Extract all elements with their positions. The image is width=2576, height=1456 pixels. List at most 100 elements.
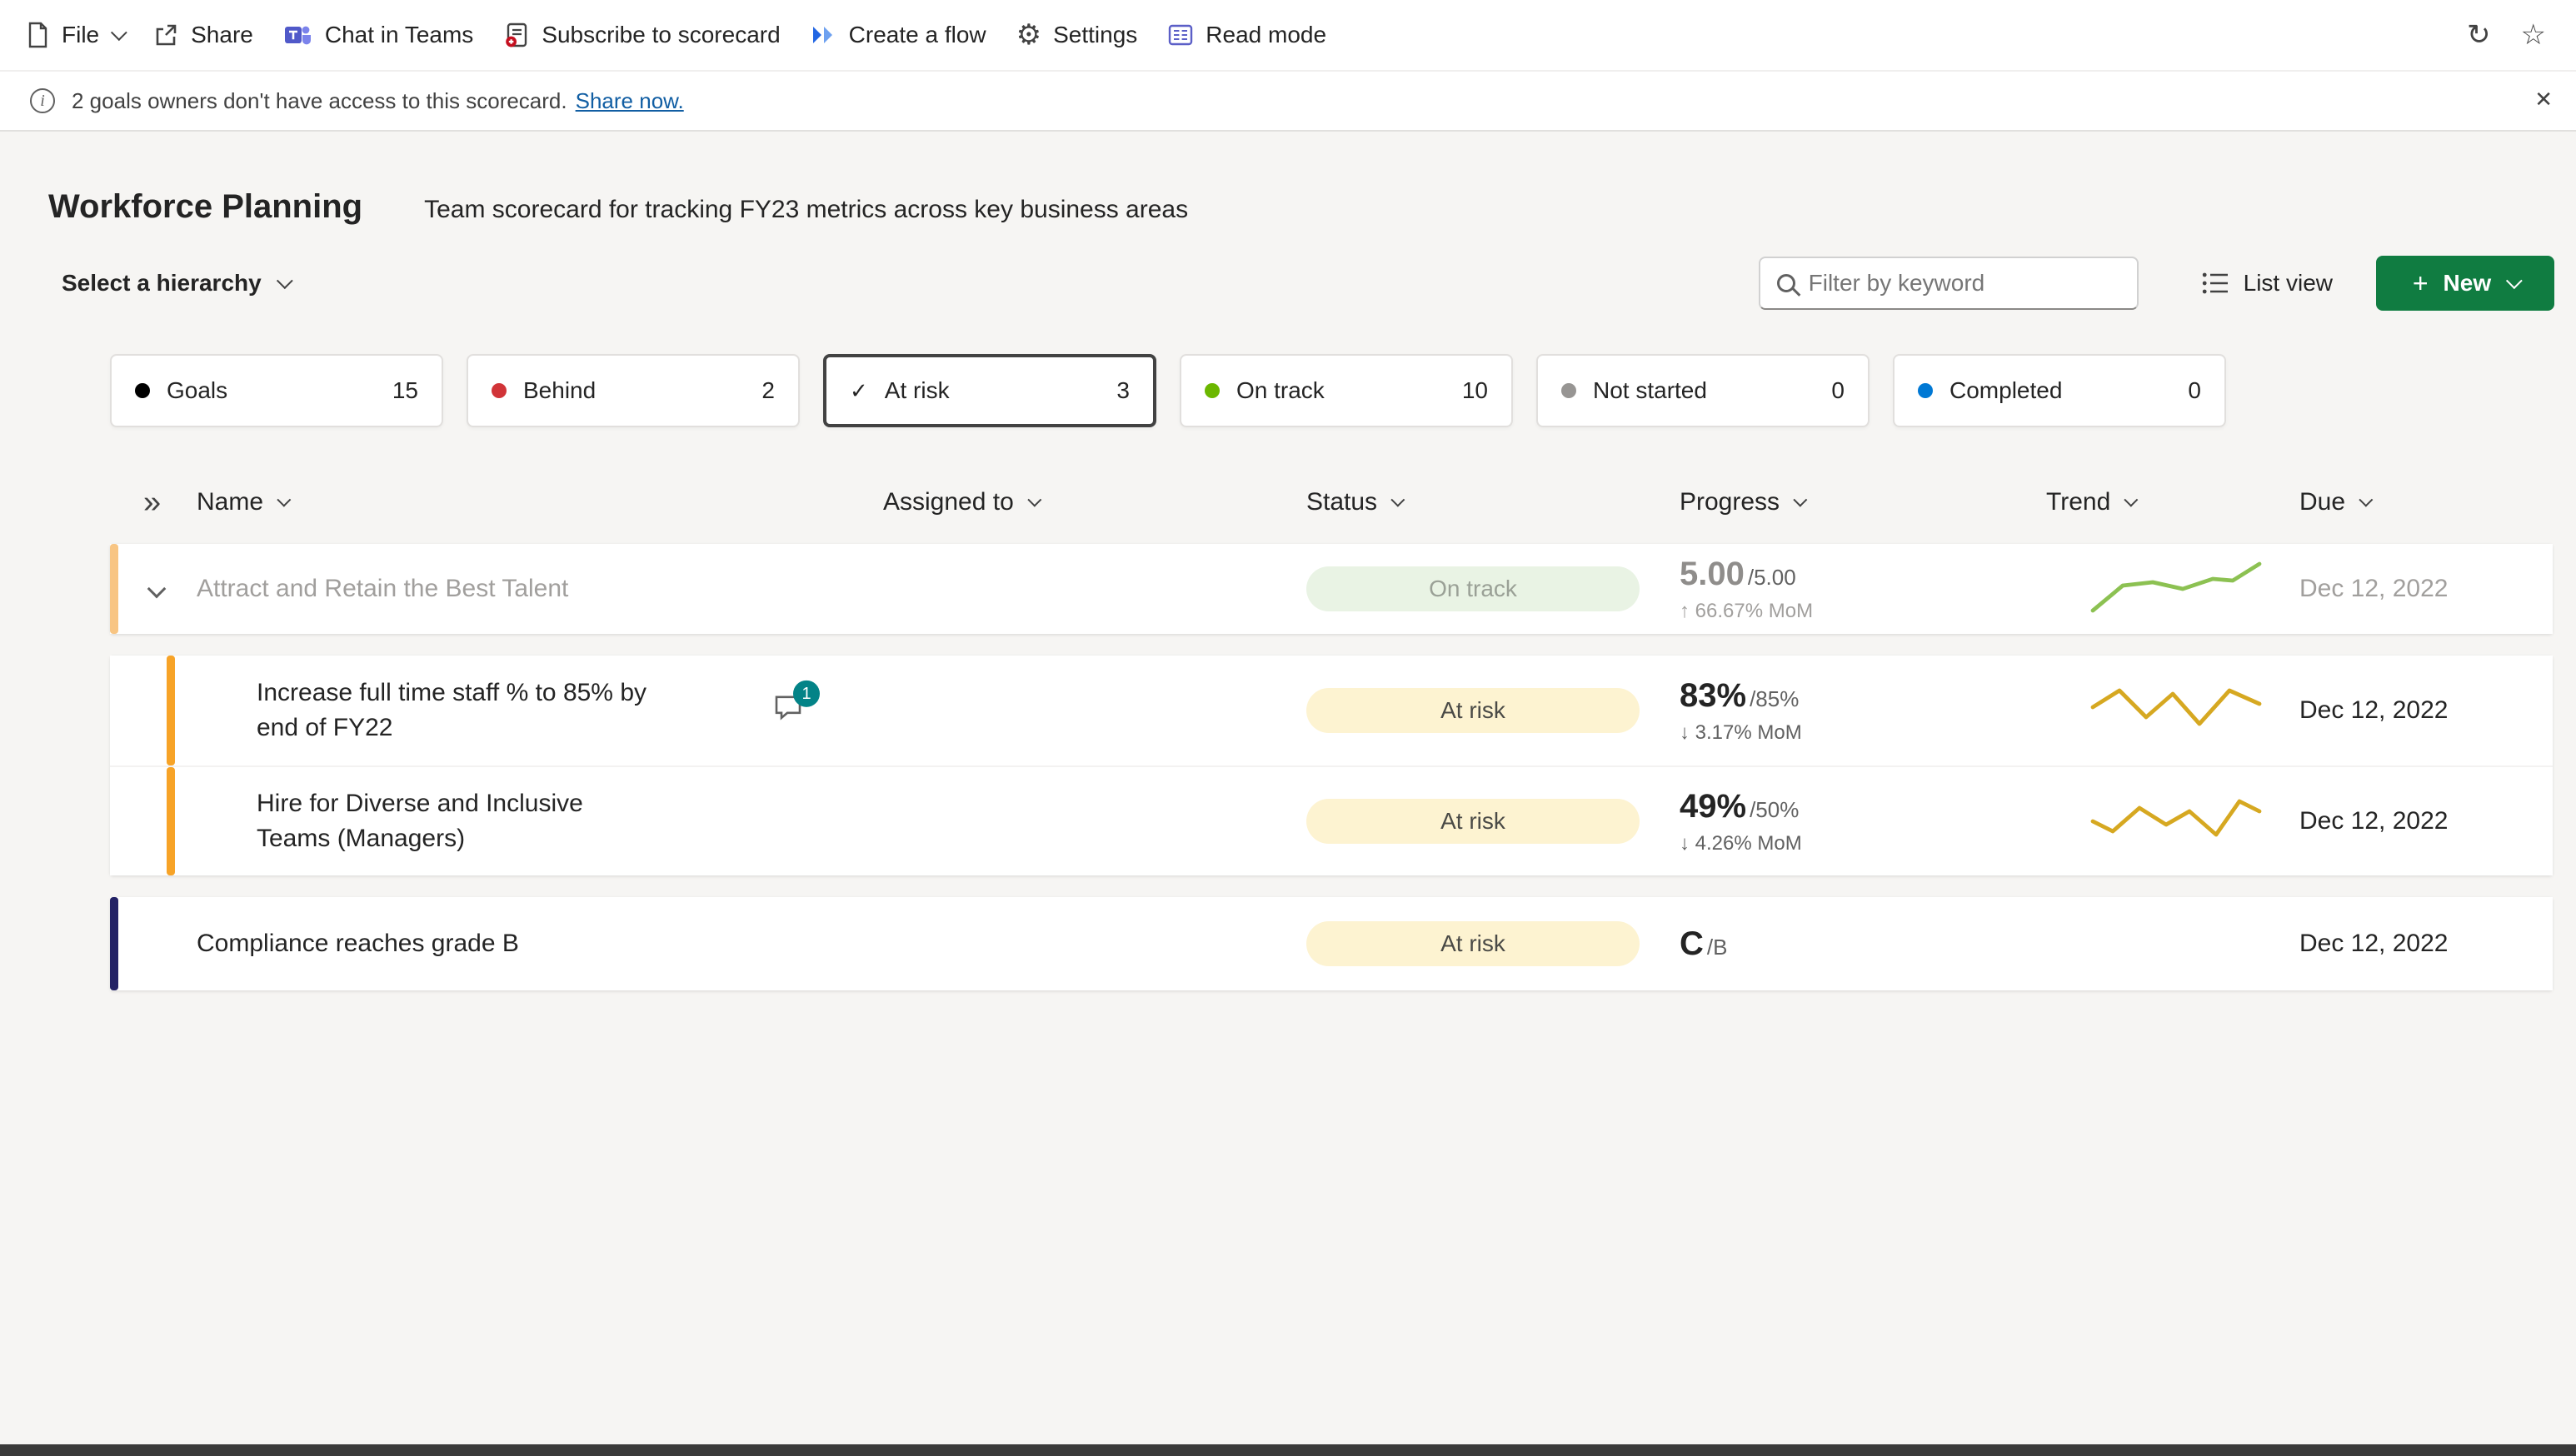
new-button-label: New: [2443, 270, 2492, 296]
settings-button[interactable]: ⚙ Settings: [1001, 11, 1153, 59]
goal-accent-bar: [110, 897, 118, 990]
status-cell: On track: [1306, 566, 1680, 611]
progress-target: /85%: [1750, 686, 1800, 712]
command-bar: File Share Chat in Teams Subscribe to sc…: [0, 0, 2576, 70]
file-menu-label: File: [62, 22, 100, 47]
filter-chip-not-started[interactable]: Not started 0: [1536, 354, 1870, 427]
progress-value: C: [1680, 925, 1704, 962]
column-label: Trend: [2046, 488, 2111, 516]
column-header-trend[interactable]: Trend: [2046, 488, 2299, 516]
chat-in-teams-button[interactable]: Chat in Teams: [268, 12, 488, 58]
column-label: Assigned to: [883, 488, 1014, 516]
due-date: Dec 12, 2022: [2299, 575, 2449, 602]
column-header-progress[interactable]: Progress: [1680, 488, 2046, 516]
table-row[interactable]: Increase full time staff % to 85% by end…: [110, 656, 2553, 765]
page-subtitle: Team scorecard for tracking FY23 metrics…: [424, 196, 1189, 223]
filter-chip-behind[interactable]: Behind 2: [467, 354, 800, 427]
close-icon[interactable]: ✕: [2534, 87, 2553, 112]
progress-value: 83%: [1680, 677, 1747, 715]
goal-name-cell[interactable]: Attract and Retain the Best Talent: [197, 544, 883, 634]
filter-chip-goals[interactable]: Goals 15: [110, 354, 443, 427]
status-cell: At risk: [1306, 921, 1680, 966]
status-badge: On track: [1306, 566, 1640, 611]
goal-name-cell[interactable]: Compliance reaches grade B: [197, 897, 883, 990]
due-date: Dec 12, 2022: [2299, 696, 2449, 724]
create-flow-button[interactable]: Create a flow: [796, 12, 1001, 58]
goal-name-cell[interactable]: Hire for Diverse and Inclusive Teams (Ma…: [197, 767, 883, 875]
filter-chip-on-track[interactable]: On track 10: [1180, 354, 1513, 427]
subscribe-icon: [506, 22, 527, 47]
chevron-down-icon: [1390, 492, 1405, 507]
expand-all-icon[interactable]: »: [110, 485, 197, 521]
column-header-due[interactable]: Due: [2299, 488, 2553, 516]
chip-label: Behind: [523, 377, 597, 403]
bottom-scrollbar[interactable]: [0, 1444, 2576, 1456]
plus-icon: +: [2412, 267, 2429, 298]
share-icon: [156, 24, 177, 46]
scorecard-main: Workforce Planning Team scorecard for tr…: [0, 132, 2576, 990]
refresh-icon[interactable]: ↻: [2467, 21, 2491, 49]
filter-input[interactable]: [1808, 270, 2120, 297]
status-badge: At risk: [1306, 688, 1640, 733]
collapse-caret-icon[interactable]: [147, 579, 167, 599]
chevron-down-icon: [1027, 492, 1042, 507]
progress-delta: ↓ 3.17% MoM: [1680, 721, 1802, 745]
due-date: Dec 12, 2022: [2299, 807, 2449, 835]
column-header-status[interactable]: Status: [1306, 488, 1680, 516]
subscribe-button[interactable]: Subscribe to scorecard: [488, 12, 795, 58]
check-icon: ✓: [850, 377, 868, 403]
power-automate-icon: [812, 27, 832, 43]
trend-sparkline: [2090, 799, 2262, 837]
due-date: Dec 12, 2022: [2299, 930, 2449, 957]
share-button[interactable]: Share: [137, 12, 268, 58]
filter-chip-at-risk[interactable]: ✓ At risk 3: [823, 354, 1156, 427]
chip-count: 15: [392, 377, 418, 403]
table-row[interactable]: Hire for Diverse and Inclusive Teams (Ma…: [110, 765, 2553, 875]
controls-row: Select a hierarchy List view + New: [48, 256, 2554, 311]
list-view-toggle[interactable]: List view: [2202, 270, 2333, 297]
completed-dot-icon: [1918, 383, 1933, 398]
column-header-name[interactable]: Name: [197, 488, 883, 516]
goal-accent-bar: [167, 767, 175, 875]
goal-name: Compliance reaches grade B: [197, 930, 519, 957]
progress-delta: ↓ 4.26% MoM: [1680, 832, 1802, 855]
goal-name-cell[interactable]: Increase full time staff % to 85% by end…: [197, 656, 883, 765]
favorite-star-icon[interactable]: ☆: [2521, 21, 2546, 49]
title-row: Workforce Planning Team scorecard for tr…: [48, 188, 2554, 226]
chip-label: Completed: [1949, 377, 2063, 403]
share-now-link[interactable]: Share now.: [576, 88, 684, 114]
column-label: Status: [1306, 488, 1378, 516]
search-icon: [1776, 274, 1795, 292]
trend-cell: [2046, 559, 2299, 619]
settings-label: Settings: [1053, 22, 1138, 47]
goal-card-compliance: Compliance reaches grade B At risk C/B D…: [110, 897, 2553, 990]
hierarchy-selector[interactable]: Select a hierarchy: [62, 270, 293, 297]
table-row[interactable]: Attract and Retain the Best Talent On tr…: [110, 544, 2553, 634]
column-header-assigned[interactable]: Assigned to: [883, 488, 1306, 516]
column-label: Due: [2299, 488, 2346, 516]
list-view-label: List view: [2243, 270, 2333, 296]
trend-sparkline: [2090, 688, 2262, 726]
trend-cell: [2046, 791, 2299, 851]
progress-target: /5.00: [1747, 565, 1796, 591]
comments-indicator[interactable]: 1: [773, 680, 820, 734]
gear-icon: ⚙: [1016, 19, 1042, 51]
status-badge: At risk: [1306, 799, 1640, 844]
sparkline-path: [2090, 561, 2262, 613]
filter-chip-completed[interactable]: Completed 0: [1893, 354, 2226, 427]
status-filter-chips: Goals 15 Behind 2 ✓ At risk 3 On track 1…: [110, 354, 2554, 427]
progress-target: /B: [1706, 935, 1728, 960]
read-mode-label: Read mode: [1206, 22, 1327, 47]
chip-label: At risk: [884, 377, 950, 403]
status-badge: At risk: [1306, 921, 1640, 966]
file-menu[interactable]: File: [10, 12, 137, 58]
chevron-down-icon: [111, 24, 127, 42]
chip-count: 0: [1831, 377, 1845, 403]
read-mode-icon: [1169, 24, 1193, 46]
table-row[interactable]: Compliance reaches grade B At risk C/B D…: [110, 897, 2553, 990]
info-icon: i: [30, 88, 55, 113]
list-view-icon: [2202, 272, 2228, 294]
read-mode-button[interactable]: Read mode: [1152, 12, 1341, 58]
chevron-down-icon: [276, 272, 293, 290]
new-button[interactable]: + New: [2376, 256, 2554, 311]
